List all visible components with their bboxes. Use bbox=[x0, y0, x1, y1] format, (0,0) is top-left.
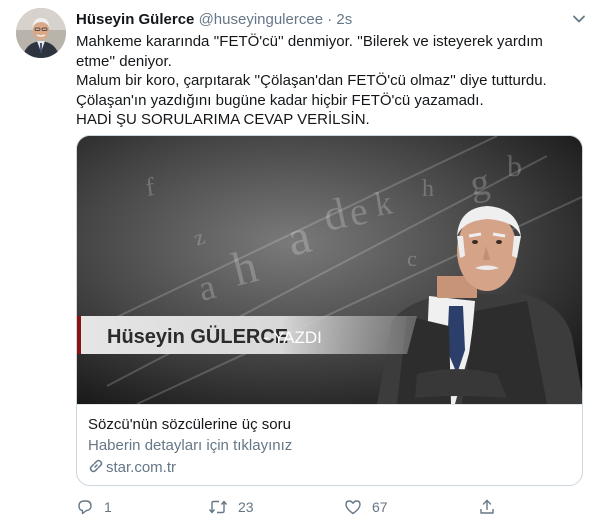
svg-text:c: c bbox=[407, 246, 417, 271]
tweet-header: Hüseyin Gülerce @huseyingulercee · 2s bbox=[76, 10, 352, 30]
tweet-text: Mahkeme kararında ''FETÖ'cü'' denmiyor. … bbox=[76, 32, 581, 130]
tweet-time[interactable]: 2s bbox=[336, 11, 352, 28]
card-domain[interactable]: star.com.tr bbox=[88, 458, 176, 476]
tweet-text-line: HADİ ŞU SORULARIMA CEVAP VERİLSİN. bbox=[76, 111, 370, 129]
tweet-text-line: Malum bir koro, çarpıtarak ''Çölaşan'dan… bbox=[76, 72, 547, 90]
card-description: Haberin detayları için tıklayınız bbox=[88, 437, 293, 454]
retweet-count: 23 bbox=[238, 499, 254, 515]
link-preview-card[interactable]: d e k a h a g b f c z h Hüseyin GÜLERCE … bbox=[76, 135, 583, 486]
svg-text:b: b bbox=[507, 150, 522, 183]
card-image[interactable]: d e k a h a g b f c z h Hüseyin GÜLERCE … bbox=[77, 136, 582, 404]
reply-button[interactable]: 1 bbox=[76, 496, 112, 518]
card-title[interactable]: Sözcü'nün sözcülerine üç soru bbox=[88, 416, 291, 433]
share-button[interactable] bbox=[478, 496, 506, 518]
tweet-text-line: Çölaşan'ın yazdığını bugüne kadar hiçbir… bbox=[76, 91, 484, 109]
link-icon bbox=[89, 459, 103, 473]
retweet-icon bbox=[208, 500, 228, 514]
reply-count: 1 bbox=[104, 499, 112, 515]
avatar[interactable] bbox=[16, 8, 66, 58]
heart-icon bbox=[345, 500, 361, 515]
tweet[interactable]: Hüseyin Gülerce @huseyingulercee · 2s Ma… bbox=[0, 0, 602, 524]
tweet-text-line: Mahkeme kararında ''FETÖ'cü'' denmiyor. … bbox=[76, 33, 543, 50]
card-meta[interactable]: Sözcü'nün sözcülerine üç soru Haberin de… bbox=[77, 404, 582, 485]
separator-dot: · bbox=[327, 11, 333, 28]
tweet-text-line: etme'' deniyor. bbox=[76, 52, 172, 70]
tweet-actions: 1 23 67 bbox=[76, 496, 596, 518]
author-handle[interactable]: @huseyingulercee bbox=[199, 11, 323, 28]
banner-subtitle: - YAZDI bbox=[263, 328, 322, 347]
chevron-down-icon[interactable] bbox=[572, 12, 586, 26]
reply-icon bbox=[78, 500, 92, 515]
avatar-image bbox=[16, 8, 66, 58]
like-count: 67 bbox=[372, 499, 388, 515]
author-name[interactable]: Hüseyin Gülerce bbox=[76, 11, 194, 28]
banner-name: Hüseyin GÜLERCE bbox=[107, 325, 288, 348]
card-domain-text: star.com.tr bbox=[106, 459, 177, 476]
svg-text:h: h bbox=[422, 176, 434, 202]
share-icon bbox=[480, 499, 494, 514]
retweet-button[interactable]: 23 bbox=[208, 496, 254, 518]
like-button[interactable]: 67 bbox=[344, 496, 388, 518]
